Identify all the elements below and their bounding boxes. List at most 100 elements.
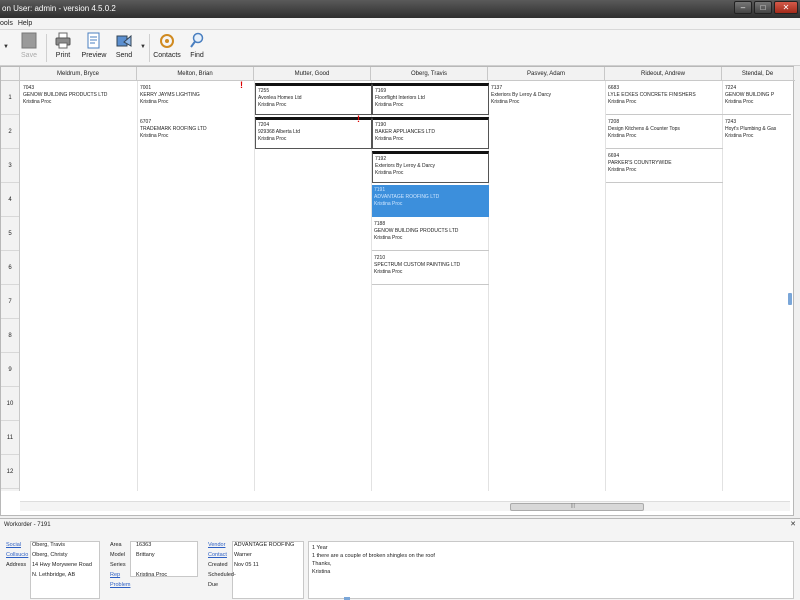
workorder-card[interactable]: 7169 Floorflight Interiors Ltd Kristina Pr…	[372, 83, 489, 115]
menu-bar: ools Help	[0, 18, 800, 30]
workorder-card-selected[interactable]: 7191 ADVANTAGE ROOFING LTD Kristina Proc	[372, 185, 489, 217]
notes-line: 1 there are a couple of broken shingles …	[312, 553, 435, 559]
vertical-scroll-tab[interactable]	[788, 293, 792, 305]
grid-corner	[1, 67, 20, 81]
workorder-card[interactable]: 7137 Exteriors By Leroy & Darcy Kristina P…	[489, 83, 606, 115]
field-label[interactable]: Collsucio	[6, 552, 28, 558]
notes-line: 1 Year	[312, 545, 328, 551]
column-header[interactable]: Pasvey, Adam	[488, 67, 605, 81]
field-label: Model	[110, 552, 125, 558]
workorder-card[interactable]: 7043 GENOW BUILDING PRODUCTS LTD Kristina …	[21, 83, 138, 115]
column-header[interactable]: Oberg, Travis	[371, 67, 488, 81]
column-headers: Meldrum, Bryce Melton, Brian Mutter, Goo…	[1, 67, 795, 81]
field-label: Series	[110, 562, 126, 568]
field-label: Scheduled	[208, 572, 234, 578]
field-value: Nov 05 11	[234, 562, 259, 568]
workorder-card[interactable]: 6694 PARKER'S COUNTRYWIDE Kristina Proc	[606, 151, 723, 183]
column-header[interactable]: Stendal, De	[722, 67, 794, 81]
card-id: 7204	[258, 122, 270, 128]
field-label[interactable]: Social	[6, 542, 21, 548]
scrollbar-thumb[interactable]	[510, 503, 644, 511]
card-person: Kristina Proc	[23, 99, 52, 105]
workorder-card[interactable]: 7204 929368 Alberta Ltd Kristina Proc	[255, 117, 372, 149]
field-label[interactable]: Vendor	[208, 542, 225, 548]
find-button[interactable]: Find	[187, 32, 207, 59]
field-value: Kristina Proc	[136, 572, 168, 578]
card-name: PARKER'S COUNTRYWIDE	[608, 160, 672, 166]
column-header[interactable]: Melton, Brian	[137, 67, 254, 81]
card-person: Kristina Proc	[258, 136, 287, 142]
card-name: ADVANTAGE ROOFING LTD	[374, 194, 440, 200]
close-button[interactable]: ✕	[774, 1, 798, 14]
vendor-box	[232, 541, 304, 599]
card-person: Kristina Proc	[608, 167, 637, 173]
card-person: Kristina Proc	[140, 133, 169, 139]
send-dropdown-icon[interactable]: ▼	[140, 44, 146, 50]
print-button[interactable]: Print	[52, 32, 74, 59]
contacts-button[interactable]: Contacts	[153, 32, 181, 59]
card-person: Kristina Proc	[374, 235, 403, 241]
card-person: Kristina Proc	[491, 99, 520, 105]
row-header: 5	[1, 217, 19, 251]
field-label: Created	[208, 562, 228, 568]
preview-button[interactable]: Preview	[80, 32, 108, 59]
card-id: 7210	[374, 255, 386, 261]
workorder-card[interactable]: 7224 GENOW BUILDING P Kristina Proc	[723, 83, 791, 115]
detail-close-icon[interactable]: ✕	[790, 520, 796, 528]
maximize-button[interactable]: □	[754, 1, 772, 14]
workorder-card[interactable]: 7192 Exteriors By Leroy & Darcy Kristina P…	[372, 151, 489, 183]
card-person: Kristina Proc	[375, 102, 404, 108]
menu-help[interactable]: Help	[18, 18, 37, 29]
card-person: Kristina Proc	[608, 99, 637, 105]
title-bar: on User: admin - version 4.5.0.2 – □ ✕	[0, 0, 800, 18]
field-label: Address	[6, 562, 27, 568]
field-value: 14 Hwy Morywene Road	[32, 562, 92, 568]
card-person: Kristina Proc	[374, 269, 403, 275]
row-header: 3	[1, 149, 19, 183]
card-id: 7208	[608, 119, 620, 125]
row-header: 1	[1, 81, 19, 115]
card-id: 7043	[23, 85, 35, 91]
window-title: on User: admin - version 4.5.0.2	[2, 4, 116, 13]
dropdown-arrow-icon[interactable]: ▼	[3, 44, 9, 50]
card-id: 7137	[491, 85, 503, 91]
menu-tools[interactable]: ools	[0, 18, 18, 29]
column-header[interactable]: Mutter, Good	[254, 67, 371, 81]
field-label[interactable]: Contact	[208, 552, 227, 558]
toolbar: ▼ Save Print Preview Send ▼ Contacts Fin…	[0, 30, 800, 66]
row-header: 11	[1, 421, 19, 455]
alert-icon: !	[357, 114, 360, 124]
row-header: 8	[1, 319, 19, 353]
card-name: Hoyt's Plumbing & Gas	[725, 126, 777, 132]
field-label[interactable]: Rep	[110, 572, 120, 578]
workorder-card[interactable]: 7208 Design Kitchens & Counter Tops Kristi…	[606, 117, 723, 149]
field-label: Area	[110, 542, 122, 548]
printer-icon	[55, 32, 71, 49]
minimize-button[interactable]: –	[734, 1, 752, 14]
workorder-card[interactable]: 7190 BAKER APPLIANCES LTD Kristina Proc	[372, 117, 489, 149]
notes-line: Thanks,	[312, 561, 332, 567]
save-icon	[21, 32, 37, 49]
column-header[interactable]: Rideout, Andrew	[605, 67, 722, 81]
find-label: Find	[190, 52, 204, 59]
row-header: 7	[1, 285, 19, 319]
column-header[interactable]: Meldrum, Bryce	[20, 67, 137, 81]
notes-box[interactable]: 1 Year 1 there are a couple of broken sh…	[308, 541, 794, 599]
row-header: 2	[1, 115, 19, 149]
workorder-card[interactable]: 7188 GENOW BUILDING PRODUCTS LTD Kristina …	[372, 219, 489, 251]
field-value: N. Lethbridge, AB	[32, 572, 76, 578]
horizontal-scrollbar[interactable]	[20, 501, 790, 511]
field-label: Due	[208, 582, 219, 588]
workorder-card[interactable]: 7255 Avonlea Homes Ltd Kristina Proc	[255, 83, 372, 115]
card-name: GENOW BUILDING PRODUCTS LTD	[374, 228, 459, 234]
card-id: 7255	[258, 88, 270, 94]
workorder-card[interactable]: 7210 SPECTRUM CUSTOM PAINTING LTD Kristina…	[372, 253, 489, 285]
workorder-card[interactable]: 6683 LYLE ECKES CONCRETE FINISHERS Kristin…	[606, 83, 723, 115]
workorder-card[interactable]: 7001 KERRY JAYMS LIGHTING Kristina Proc	[138, 83, 255, 115]
workorder-card[interactable]: 7243 Hoyt's Plumbing & Gas Kristina Proc	[723, 117, 791, 149]
workorder-card[interactable]: 6707 TRADEMARK ROOFING LTD Kristina Proc	[138, 117, 255, 149]
save-button[interactable]: Save	[18, 32, 40, 59]
send-button[interactable]: Send	[112, 32, 136, 59]
card-id: 7188	[374, 221, 386, 227]
field-label[interactable]: Problem	[110, 582, 130, 588]
